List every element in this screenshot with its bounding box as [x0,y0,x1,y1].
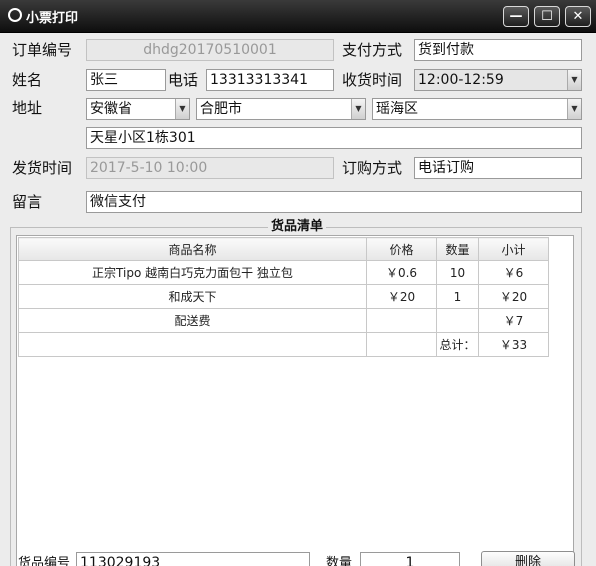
col-header-price[interactable]: 价格 [366,237,437,261]
qty-field[interactable]: 1 [360,552,460,566]
payment-label: 支付方式 [342,41,403,59]
chevron-down-icon[interactable]: ▼ [351,99,365,119]
cell-product [18,332,367,357]
message-field[interactable]: 微信支付 [86,191,582,213]
table-row-total[interactable]: 总计： ￥33 [18,332,549,357]
col-header-product[interactable]: 商品名称 [18,237,367,261]
city-select[interactable]: 合肥市 ▼ [196,98,366,120]
cell-price [366,332,437,357]
order-no-field[interactable]: dhdg20170510001 [86,39,334,61]
goods-table: 商品名称 价格 数量 小计 正宗Tipo 越南白巧克力面包干 独立包 ￥0.6 … [18,237,549,357]
table-row[interactable]: 正宗Tipo 越南白巧克力面包干 独立包 ￥0.6 10 ￥6 [18,260,549,285]
phone-label: 电话 [168,71,199,89]
cell-total-value: ￥33 [478,332,549,357]
city-value: 合肥市 [200,101,242,117]
cell-price: ￥20 [366,284,437,309]
cell-subtotal: ￥7 [478,308,549,333]
table-header-row: 商品名称 价格 数量 小计 [18,237,549,261]
cell-subtotal: ￥6 [478,260,549,285]
cell-qty: 10 [436,260,479,285]
window-title: 小票打印 [26,11,79,26]
cell-product: 正宗Tipo 越南白巧克力面包干 独立包 [18,260,367,285]
cell-product: 和成天下 [18,284,367,309]
receive-time-label: 收货时间 [342,71,403,89]
title-bar[interactable]: 小票打印 — ☐ ✕ [0,0,596,33]
chevron-down-icon[interactable]: ▼ [175,99,189,119]
maximize-button[interactable]: ☐ [534,6,560,27]
cell-qty [436,308,479,333]
name-label: 姓名 [12,71,43,89]
col-header-qty[interactable]: 数量 [436,237,479,261]
goods-no-field[interactable]: 113029193 [76,552,310,566]
payment-field[interactable]: 货到付款 [414,39,582,61]
app-icon [8,8,22,22]
district-select[interactable]: 瑶海区 ▼ [372,98,582,120]
receipt-print-window: 小票打印 — ☐ ✕ 订单编号 dhdg20170510001 支付方式 货到付… [0,0,596,566]
order-method-field[interactable]: 电话订购 [414,157,582,179]
receive-time-select[interactable]: 12:00-12:59 ▼ [414,69,582,91]
order-method-label: 订购方式 [342,159,403,177]
table-row[interactable]: 和成天下 ￥20 1 ￥20 [18,284,549,309]
delete-button[interactable]: 删除 [481,551,575,566]
chevron-down-icon[interactable]: ▼ [567,99,581,119]
chevron-down-icon[interactable]: ▼ [567,70,581,90]
cell-subtotal: ￥20 [478,284,549,309]
district-value: 瑶海区 [376,101,418,117]
goods-list-title: 货品清单 [268,219,327,235]
province-select[interactable]: 安徽省 ▼ [86,98,190,120]
ship-time-field[interactable]: 2017-5-10 10:00 [86,157,334,179]
cell-total-label: 总计： [436,332,479,357]
cell-price: ￥0.6 [366,260,437,285]
receive-time-value: 12:00-12:59 [418,72,504,88]
name-field[interactable]: 张三 [86,69,166,91]
ship-time-label: 发货时间 [12,159,73,177]
message-label: 留言 [12,193,43,211]
province-value: 安徽省 [90,101,132,117]
qty-label: 数量 [326,556,353,566]
order-no-label: 订单编号 [12,41,73,59]
cell-product: 配送费 [18,308,367,333]
address-detail-field[interactable]: 天星小区1栋301 [86,127,582,149]
minimize-button[interactable]: — [503,6,529,27]
close-button[interactable]: ✕ [565,6,591,27]
phone-field[interactable]: 13313313341 [206,69,334,91]
table-row[interactable]: 配送费 ￥7 [18,308,549,333]
address-label: 地址 [12,99,43,117]
cell-qty: 1 [436,284,479,309]
goods-no-label: 货品编号 [18,556,71,566]
col-header-subtotal[interactable]: 小计 [478,237,549,261]
cell-price [366,308,437,333]
